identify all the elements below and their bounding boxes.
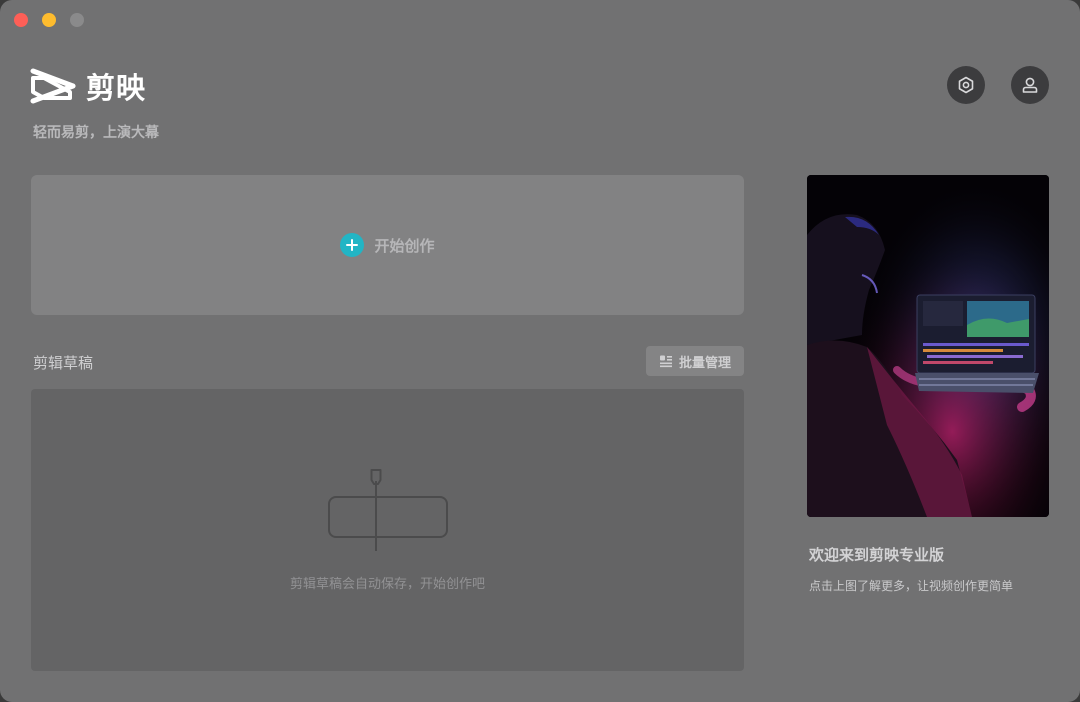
user-icon bbox=[1022, 77, 1038, 93]
start-creation-label: 开始创作 bbox=[374, 236, 435, 255]
app-logo: 剪映 bbox=[30, 66, 146, 106]
empty-drafts-message: 剪辑草稿会自动保存，开始创作吧 bbox=[289, 577, 485, 592]
promo-image[interactable] bbox=[807, 175, 1049, 517]
empty-drafts-illustration-icon bbox=[328, 469, 448, 551]
list-manage-icon bbox=[659, 355, 672, 368]
promo-subtitle: 点击上图了解更多，让视频创作更简单 bbox=[809, 579, 1014, 593]
batch-manage-button[interactable]: 批量管理 bbox=[646, 346, 744, 376]
promo-title: 欢迎来到剪映专业版 bbox=[809, 546, 945, 564]
plus-icon bbox=[340, 233, 365, 257]
account-button[interactable] bbox=[1011, 66, 1049, 104]
start-creation-button[interactable]: 开始创作 bbox=[31, 175, 744, 315]
app-name: 剪映 bbox=[86, 71, 147, 105]
app-slogan: 轻而易剪，上演大幕 bbox=[33, 125, 159, 141]
drafts-section-title: 剪辑草稿 bbox=[33, 354, 94, 372]
capcut-logo-icon bbox=[30, 68, 76, 104]
zoom-window-button[interactable] bbox=[70, 13, 84, 27]
batch-manage-label: 批量管理 bbox=[678, 355, 731, 371]
settings-button[interactable] bbox=[947, 66, 985, 104]
app-window: 剪映 轻而易剪，上演大幕 开始创作 剪辑草稿 批量管理 剪辑草稿会自动保存，开始… bbox=[0, 0, 1080, 702]
drafts-list-area: 剪辑草稿会自动保存，开始创作吧 bbox=[31, 389, 744, 671]
minimize-window-button[interactable] bbox=[42, 13, 56, 27]
close-window-button[interactable] bbox=[14, 13, 28, 27]
hexagon-settings-icon bbox=[958, 76, 974, 94]
promo-photo-illustration bbox=[807, 175, 1049, 517]
